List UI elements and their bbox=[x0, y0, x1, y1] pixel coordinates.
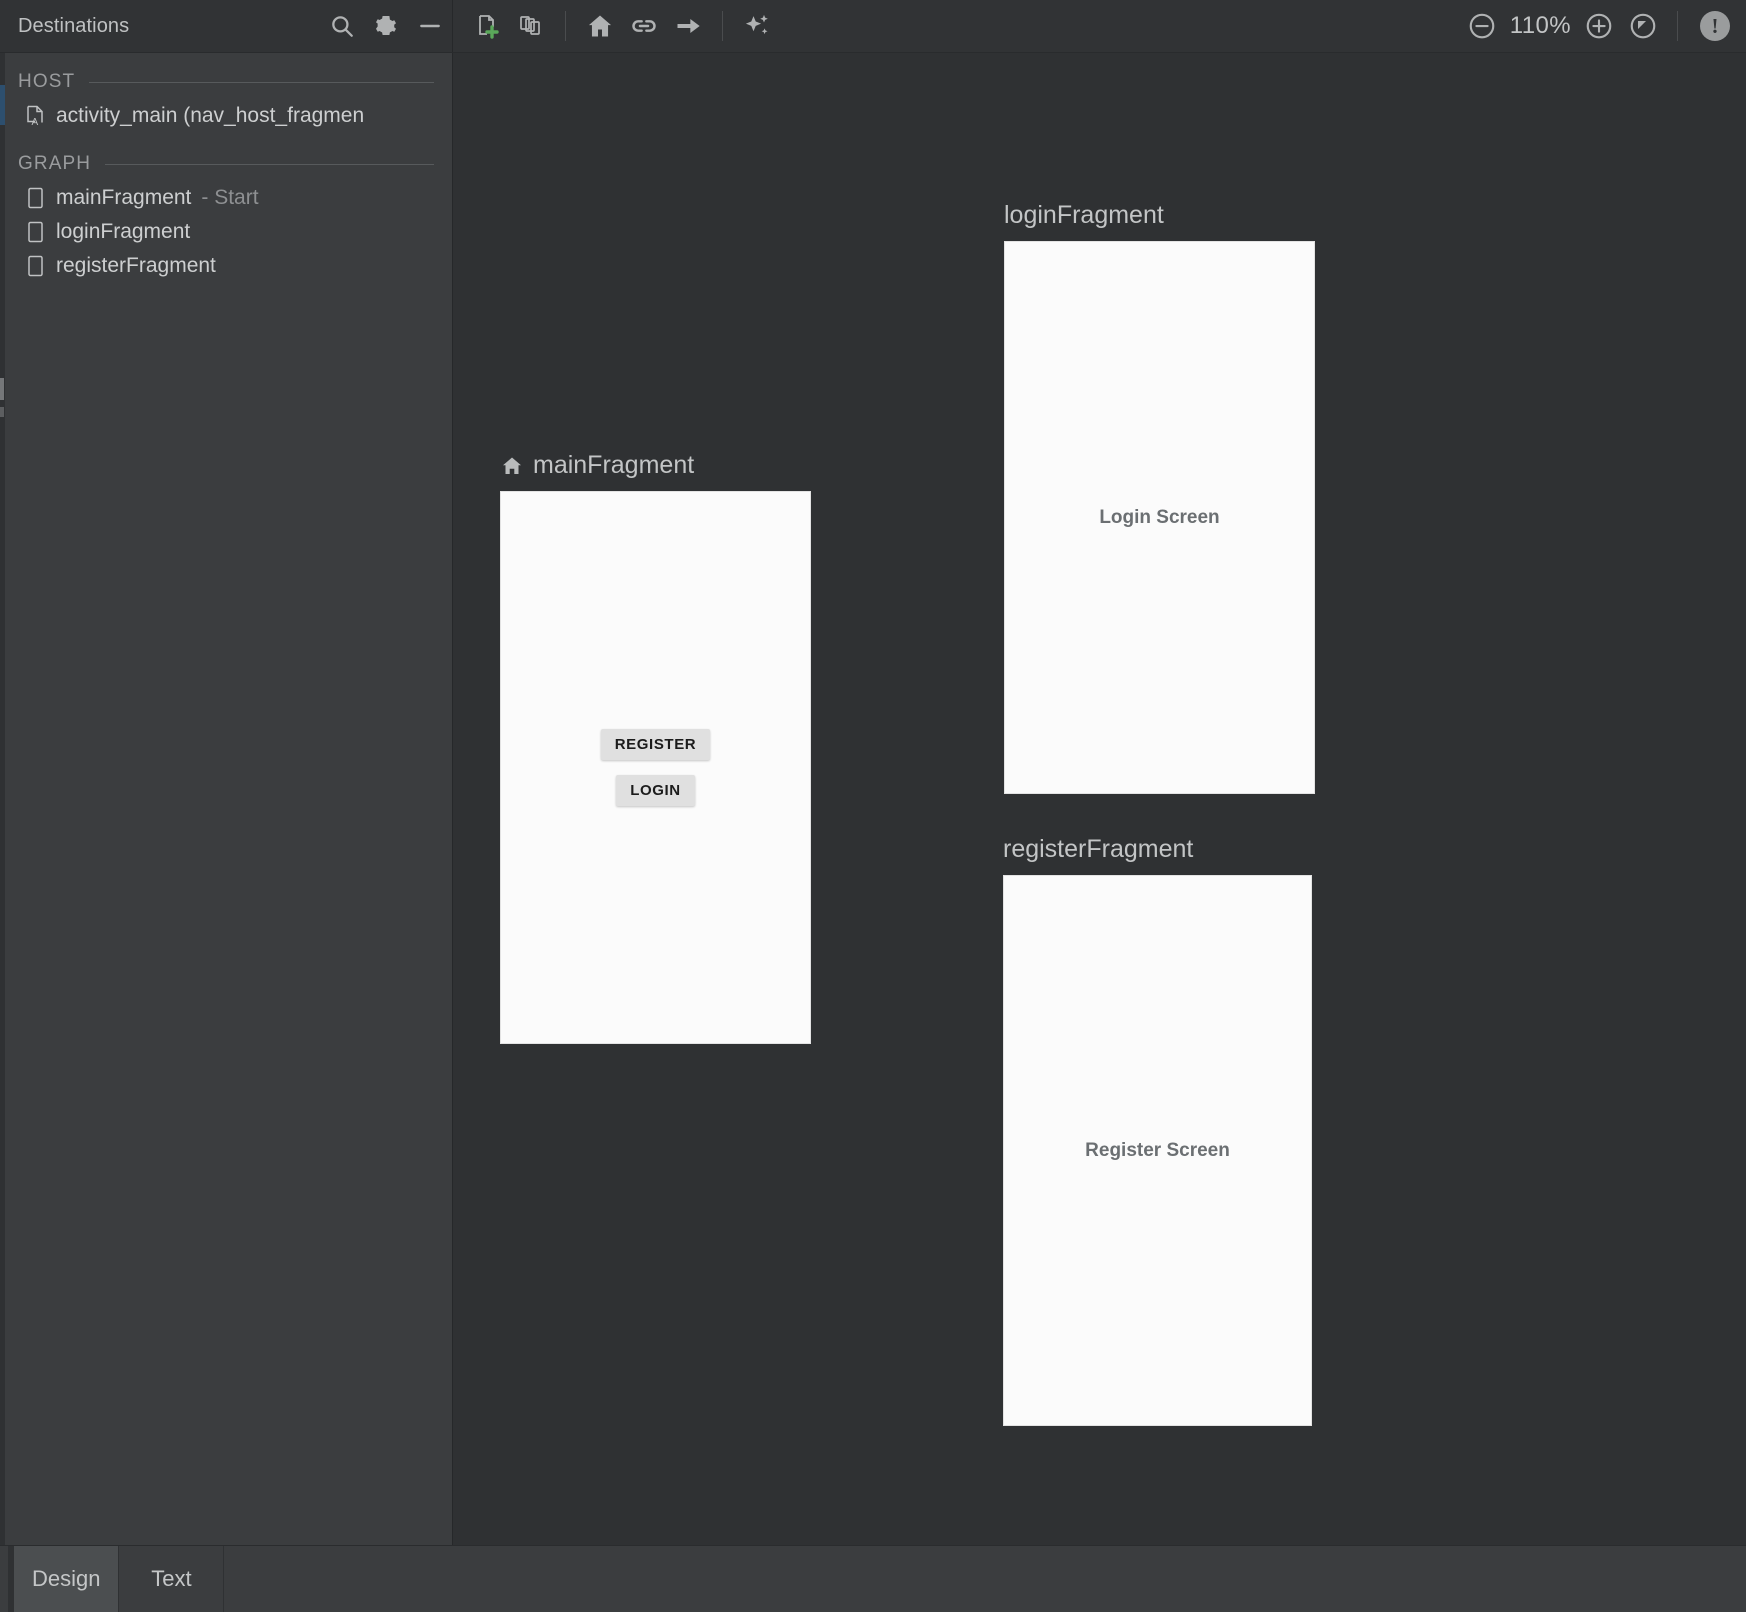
destination-preview-loginfragment[interactable]: Login Screen bbox=[1004, 241, 1315, 794]
destination-name: mainFragment bbox=[533, 451, 695, 479]
editor-body: HOST A activity_main (nav_host_fragmen G bbox=[0, 53, 1746, 1545]
panel-title: Destinations bbox=[18, 14, 130, 37]
sidebar-item-start-suffix: - Start bbox=[201, 186, 259, 209]
zoom-to-fit-icon[interactable] bbox=[1621, 4, 1665, 48]
register-button[interactable]: REGISTER bbox=[600, 729, 711, 760]
destination-name: registerFragment bbox=[1003, 835, 1194, 863]
preview-screen-text: Login Screen bbox=[1099, 506, 1220, 528]
graph-tools bbox=[453, 0, 779, 52]
sidebar-item-label: registerFragment bbox=[56, 254, 216, 277]
zoom-in-icon[interactable] bbox=[1577, 4, 1621, 48]
search-icon[interactable] bbox=[320, 4, 364, 48]
sidebar-item-label: mainFragment bbox=[56, 186, 192, 209]
zoom-out-icon[interactable] bbox=[1460, 4, 1504, 48]
top-toolbar: Destinations 110% ! bbox=[0, 0, 1746, 53]
toolbar-divider bbox=[565, 11, 566, 41]
destination-label-registerfragment[interactable]: registerFragment bbox=[1003, 835, 1312, 864]
section-rule bbox=[89, 81, 434, 83]
section-header-graph: GRAPH bbox=[0, 147, 452, 181]
layout-file-icon: A bbox=[24, 104, 46, 128]
sidebar-item-mainfragment[interactable]: mainFragment - Start bbox=[0, 181, 452, 215]
destination-registerfragment[interactable]: registerFragment Register Screen bbox=[1003, 835, 1312, 1426]
minimize-icon[interactable] bbox=[408, 4, 452, 48]
link-icon[interactable] bbox=[622, 4, 666, 48]
tab-design[interactable]: Design bbox=[14, 1546, 120, 1612]
tab-text[interactable]: Text bbox=[119, 1546, 225, 1612]
section-rule bbox=[105, 163, 434, 165]
navigation-graph-canvas[interactable]: mainFragment REGISTER LOGIN loginFragmen… bbox=[453, 53, 1746, 1545]
preview-button-stack: REGISTER LOGIN bbox=[600, 729, 711, 806]
home-icon bbox=[500, 454, 524, 478]
destination-label-loginfragment[interactable]: loginFragment bbox=[1004, 201, 1315, 230]
editor-mode-tabs: Design Text bbox=[0, 1545, 1746, 1612]
fragment-icon bbox=[24, 254, 46, 278]
tool-window-stripe bbox=[0, 53, 5, 1545]
sidebar-item-label: activity_main (nav_host_fragmen bbox=[56, 104, 365, 127]
gear-icon[interactable] bbox=[364, 4, 408, 48]
home-icon[interactable] bbox=[578, 4, 622, 48]
navigation-editor-window: Destinations 110% ! HOST A activity_main… bbox=[0, 0, 1746, 1612]
stripe-tab-marker-2[interactable] bbox=[0, 407, 4, 417]
issue-notification-badge[interactable]: ! bbox=[1700, 11, 1730, 41]
new-nested-graph-icon[interactable] bbox=[509, 4, 553, 48]
section-title-host: HOST bbox=[18, 71, 76, 92]
fragment-icon bbox=[24, 220, 46, 244]
new-destination-icon[interactable] bbox=[465, 4, 509, 48]
destination-name: loginFragment bbox=[1004, 201, 1164, 229]
sidebar-item-registerfragment[interactable]: registerFragment bbox=[0, 249, 452, 283]
sidebar-item-label: loginFragment bbox=[56, 220, 191, 243]
destination-loginfragment[interactable]: loginFragment Login Screen bbox=[1004, 201, 1315, 794]
toolbar-divider-3 bbox=[1677, 11, 1678, 41]
fragment-icon bbox=[24, 186, 46, 210]
section-title-graph: GRAPH bbox=[18, 153, 92, 174]
zoom-controls: 110% ! bbox=[1460, 0, 1746, 52]
bottom-bar-filler bbox=[224, 1546, 1746, 1612]
destination-label-mainfragment[interactable]: mainFragment bbox=[500, 451, 811, 480]
preview-screen-text: Register Screen bbox=[1085, 1139, 1230, 1161]
login-button[interactable]: LOGIN bbox=[616, 775, 695, 806]
toolbar-divider-2 bbox=[722, 11, 723, 41]
destinations-panel-header: Destinations bbox=[0, 0, 453, 52]
sparkle-icon[interactable] bbox=[735, 4, 779, 48]
sidebar-item-activity-main[interactable]: A activity_main (nav_host_fragmen bbox=[0, 99, 452, 133]
destination-preview-mainfragment[interactable]: REGISTER LOGIN bbox=[500, 491, 811, 1044]
destination-preview-registerfragment[interactable]: Register Screen bbox=[1003, 875, 1312, 1426]
sidebar-item-loginfragment[interactable]: loginFragment bbox=[0, 215, 452, 249]
stripe-active-marker[interactable] bbox=[0, 85, 5, 125]
zoom-level-label[interactable]: 110% bbox=[1504, 12, 1577, 40]
destinations-sidebar: HOST A activity_main (nav_host_fragmen G bbox=[0, 53, 453, 1545]
arrow-icon[interactable] bbox=[666, 4, 710, 48]
section-header-host: HOST bbox=[0, 65, 452, 99]
stripe-tab-marker-1[interactable] bbox=[0, 378, 4, 400]
destination-mainfragment[interactable]: mainFragment REGISTER LOGIN bbox=[500, 451, 811, 1044]
svg-text:A: A bbox=[32, 117, 39, 127]
